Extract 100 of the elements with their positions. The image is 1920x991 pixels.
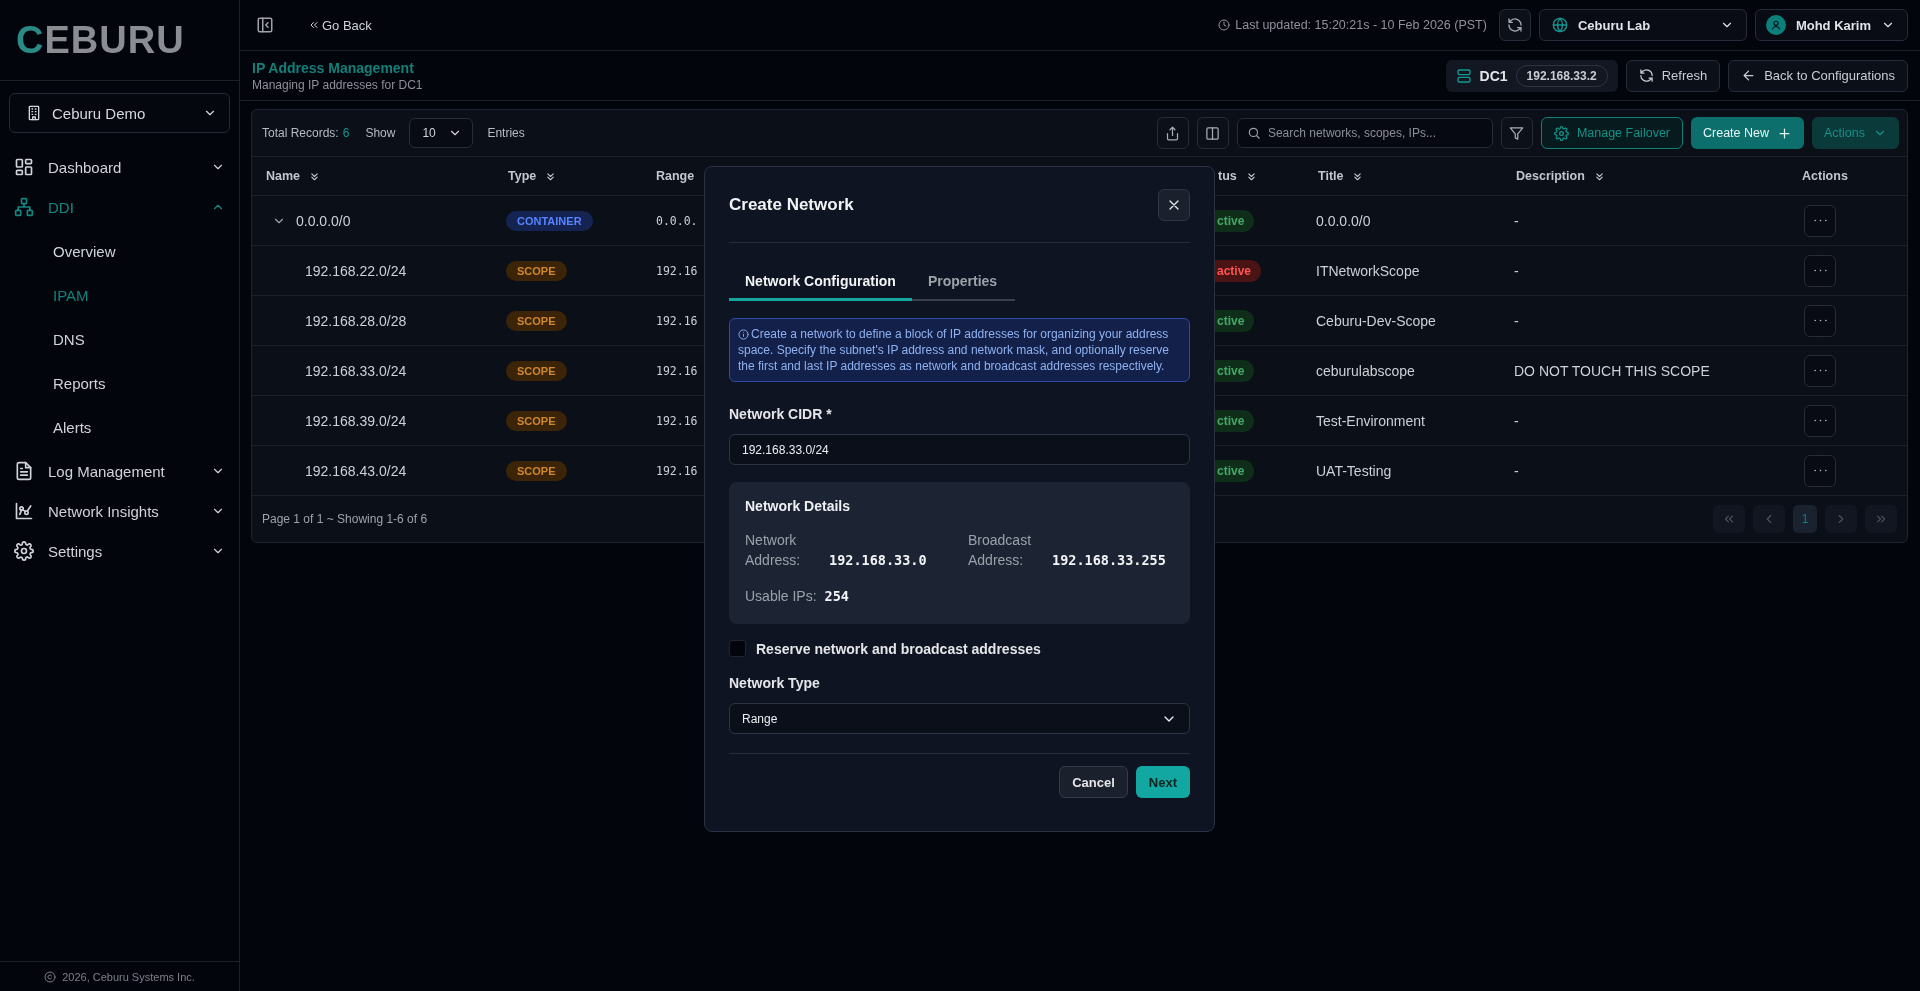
panel-icon <box>256 16 274 34</box>
table-cell: 0.0.0.0/0 <box>1316 212 1371 229</box>
document-icon <box>14 461 34 481</box>
details-title: Network Details <box>745 498 852 514</box>
network-type-select[interactable]: Range <box>729 703 1190 734</box>
type-badge: SCOPE <box>506 460 567 481</box>
total-records-label: Total Records: <box>262 126 339 140</box>
nav-subitem[interactable]: Overview <box>12 229 227 273</box>
close-button[interactable] <box>1158 188 1190 221</box>
table-cell: - <box>1514 312 1519 329</box>
type-badge: SCOPE <box>506 410 567 431</box>
gear-icon <box>1553 125 1569 141</box>
nav-item[interactable]: Dashboard <box>12 147 227 187</box>
export-button[interactable] <box>1156 117 1189 149</box>
field-label: Network CIDR * <box>729 406 833 422</box>
plus-icon <box>1777 125 1792 141</box>
table-cell: - <box>1514 412 1519 429</box>
nav-item[interactable]: Log Management <box>12 451 227 491</box>
page-size-select[interactable]: 10 <box>409 118 474 148</box>
more-icon <box>1813 269 1827 272</box>
search-field[interactable]: Search networks, scopes, IPs... <box>1236 118 1493 148</box>
server-chip: DC1 192.168.33.2 <box>1445 59 1618 92</box>
type-badge: CONTAINER <box>506 210 593 231</box>
building-icon <box>26 105 42 121</box>
refresh-button[interactable] <box>1498 9 1531 41</box>
table-cell: 192.16 <box>656 313 698 328</box>
column-header: Description <box>1516 169 1585 183</box>
type-badge: SCOPE <box>506 360 567 381</box>
table-cell: ITNetworkScope <box>1316 262 1420 279</box>
organization-select[interactable]: Ceburu Demo <box>9 93 230 133</box>
copyright-icon <box>44 970 57 983</box>
table-cell: DO NOT TOUCH THIS SCOPE <box>1514 362 1710 379</box>
info-message: Create a network to define a block of IP addresses for organizing your address space. Specify the subnet's IP address and network mask, and optionally reserve the first and last IP addresses as network and broadcast addresses respectively. <box>729 318 1190 382</box>
table-cell: - <box>1514 262 1519 279</box>
next-button[interactable]: Next <box>1135 766 1190 798</box>
server-icon <box>1455 67 1472 84</box>
nav-item[interactable]: Settings <box>12 531 227 571</box>
type-badge: SCOPE <box>506 260 567 281</box>
refresh-icon <box>1638 68 1654 83</box>
last-updated-text: Last updated: 15:20:21s - 10 Feb 2026 (PST) <box>1235 18 1487 32</box>
detail-value: 192.168.33.255 <box>1052 551 1166 570</box>
columns-button[interactable] <box>1196 117 1229 149</box>
detail-value: 254 <box>824 587 849 606</box>
columns-icon <box>1205 125 1221 141</box>
checkbox[interactable] <box>729 640 746 657</box>
pagination-summary: Page 1 of 1 ~ Showing 1-6 of 6 <box>262 512 428 526</box>
tab[interactable]: Properties <box>911 263 1014 301</box>
page-title: IP Address Management <box>252 59 415 76</box>
table-cell: UAT-Testing <box>1316 462 1392 479</box>
create-new-button[interactable]: Create New <box>1691 117 1804 149</box>
field-label: Network Type <box>729 675 821 691</box>
network-icon <box>14 197 34 217</box>
nav-subitem[interactable]: IPAM <box>12 273 227 317</box>
table-cell: 192.16 <box>656 263 698 278</box>
more-icon <box>1813 369 1827 372</box>
filter-icon <box>1509 125 1525 141</box>
cidr-input[interactable]: 192.168.33.0/24 <box>729 434 1190 465</box>
info-icon <box>738 329 749 340</box>
more-icon <box>1813 419 1827 422</box>
double-chevron-left-icon <box>1722 512 1736 526</box>
show-label: Show <box>365 126 396 140</box>
total-records-count: 6 <box>342 126 350 140</box>
copyright-text: 2026, Ceburu Systems Inc. <box>62 970 195 983</box>
table-cell: - <box>1514 462 1519 479</box>
user-menu[interactable]: Mohd Karim <box>1754 9 1908 41</box>
refresh-button[interactable]: Refresh <box>1625 59 1721 92</box>
nav-subitem[interactable]: Reports <box>12 361 227 405</box>
dialog-title: Create Network <box>729 194 854 215</box>
detail-value: 192.168.33.0 <box>829 551 927 570</box>
column-header: Type <box>508 169 537 183</box>
table-cell: 192.168.33.0/24 <box>305 362 407 379</box>
table-cell: 192.168.28.0/28 <box>305 312 407 329</box>
page-subtitle: Managing IP addresses for DC1 <box>252 77 424 92</box>
go-back-link[interactable]: Go Back <box>302 16 378 34</box>
site-select[interactable]: Ceburu Lab <box>1538 9 1747 41</box>
column-header: Name <box>266 169 301 183</box>
checkbox-label: Reserve network and broadcast addresses <box>756 640 1041 657</box>
table-cell: 192.168.22.0/24 <box>305 262 407 279</box>
more-icon <box>1813 469 1827 472</box>
table-cell: 192.16 <box>656 363 698 378</box>
refresh-icon <box>1506 17 1523 33</box>
column-header: Title <box>1318 169 1344 183</box>
clock-icon <box>1218 19 1231 31</box>
nav-item[interactable]: DDI <box>12 187 227 227</box>
manage-failover-button[interactable]: Manage Failover <box>1540 117 1683 149</box>
nav-item[interactable]: Network Insights <box>12 491 227 531</box>
chart-icon <box>14 501 34 521</box>
filter-button[interactable] <box>1500 117 1533 149</box>
table-cell: 192.168.39.0/24 <box>305 412 407 429</box>
table-cell: Ceburu-Dev-Scope <box>1316 312 1436 329</box>
cancel-button[interactable]: Cancel <box>1059 766 1128 798</box>
nav-subitem[interactable]: DNS <box>12 317 227 361</box>
table-cell: - <box>1514 212 1519 229</box>
tab[interactable]: Network Configuration <box>729 263 912 301</box>
nav-subitem[interactable]: Alerts <box>12 405 227 449</box>
table-cell: ceburulabscope <box>1316 362 1415 379</box>
table-cell: 192.16 <box>656 463 698 478</box>
dashboard-icon <box>14 157 34 177</box>
double-chevron-left-icon <box>308 19 320 31</box>
back-button[interactable]: Back to Configurations <box>1728 59 1908 92</box>
